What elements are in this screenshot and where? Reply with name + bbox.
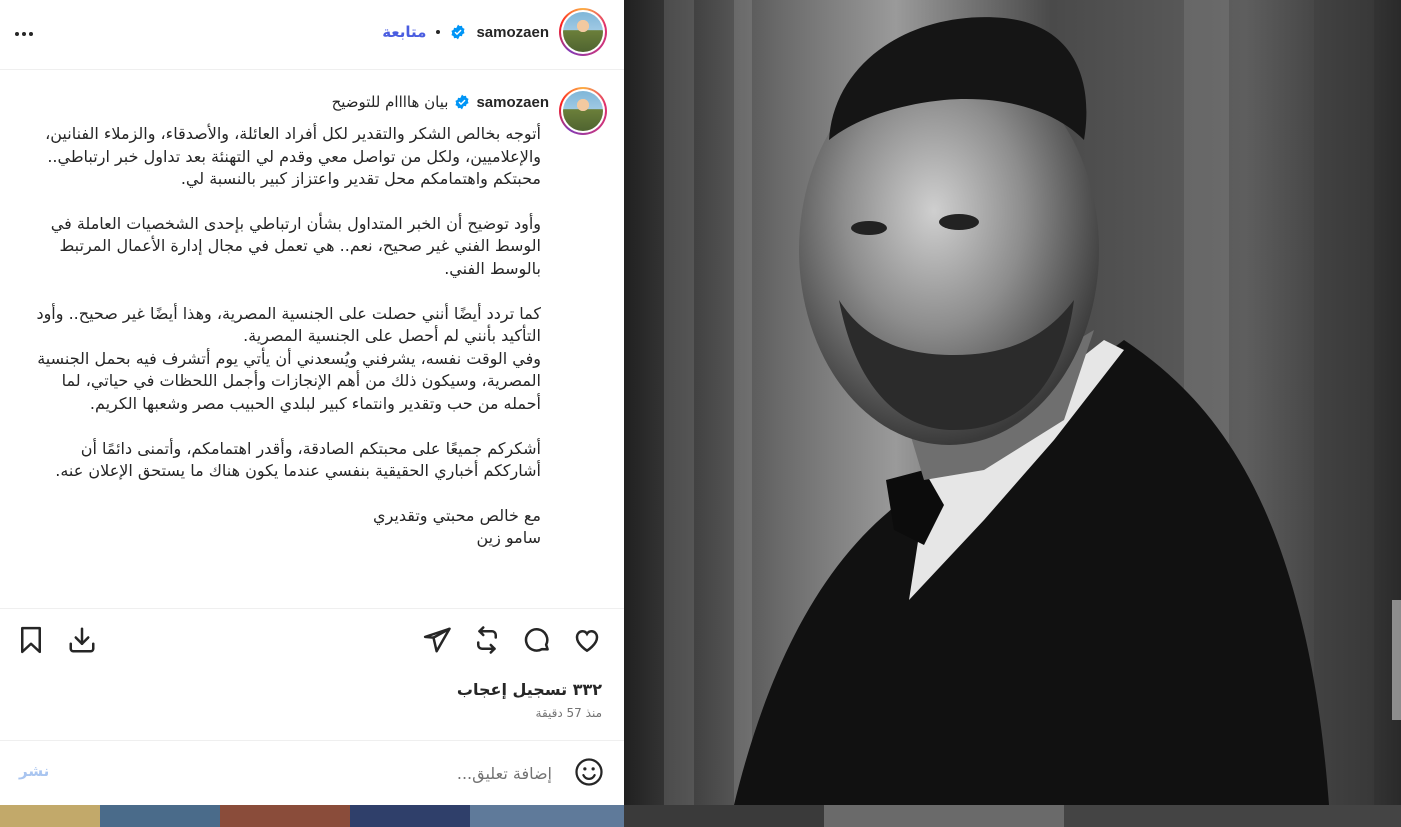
author-info: samozaen متابعة [382, 8, 607, 56]
likes-count[interactable]: ٣٣٢ تسجيل إعجاب [457, 680, 602, 699]
post-timestamp[interactable]: منذ 57 دقيقة [536, 706, 602, 720]
caption-section: samozaen بيان هاااام للتوضيح أتوجه بخالص… [0, 71, 624, 608]
comment-icon[interactable] [522, 625, 552, 655]
background-feed-strip [0, 805, 1401, 827]
bookmark-icon[interactable] [16, 625, 46, 655]
download-icon[interactable] [67, 625, 97, 655]
repost-icon[interactable] [472, 625, 502, 655]
heart-icon[interactable] [572, 625, 602, 655]
caption-paragraph: وأود توضيح أن الخبر المتداول بشأن ارتباط… [50, 213, 541, 278]
caption-text: أتوجه بخالص الشكر والتقدير لكل أفراد الع… [31, 123, 541, 550]
author-username[interactable]: samozaen [476, 24, 549, 41]
follow-button[interactable]: متابعة [382, 23, 426, 41]
caption-paragraph: وفي الوقت نفسه، يشرفني ويُسعدني أن يأتي … [37, 348, 541, 413]
emoji-icon[interactable] [574, 757, 604, 787]
verified-badge-icon [455, 94, 469, 110]
portrait-image [624, 0, 1401, 805]
more-options-button[interactable] [12, 22, 36, 46]
send-icon[interactable] [422, 625, 452, 655]
avatar[interactable] [559, 8, 607, 56]
caption-paragraph: أشكركم جميعًا على محبتكم الصادقة، وأقدر … [55, 438, 541, 481]
caption-signoff: مع خالص محبتي وتقديري [373, 505, 541, 525]
separator-dot [436, 30, 441, 34]
post-details-panel: samozaen متابعة samozaen بيان هاااام للت… [0, 0, 624, 805]
post-photo[interactable] [624, 0, 1401, 805]
action-bar: ٣٣٢ تسجيل إعجاب منذ 57 دقيقة [0, 608, 624, 740]
post-header: samozaen متابعة [0, 0, 624, 70]
caption-avatar[interactable] [559, 87, 607, 135]
caption-username[interactable]: samozaen [476, 94, 549, 111]
comment-input[interactable] [132, 761, 552, 785]
more-horizontal-icon [15, 32, 19, 36]
verified-badge-icon [451, 24, 465, 40]
post-modal: samozaen متابعة samozaen بيان هاااام للت… [0, 0, 1401, 827]
caption-signature: سامو زين [476, 528, 541, 548]
caption-paragraph: أتوجه بخالص الشكر والتقدير لكل أفراد الع… [45, 124, 541, 189]
post-comment-button[interactable]: نشر [19, 762, 49, 780]
caption-heading: samozaen بيان هاااام للتوضيح [332, 93, 549, 111]
comment-bar: نشر [0, 740, 624, 805]
caption-paragraph: كما تردد أيضًا أنني حصلت على الجنسية الم… [36, 303, 541, 346]
caption-title: بيان هاااام للتوضيح [331, 93, 449, 111]
